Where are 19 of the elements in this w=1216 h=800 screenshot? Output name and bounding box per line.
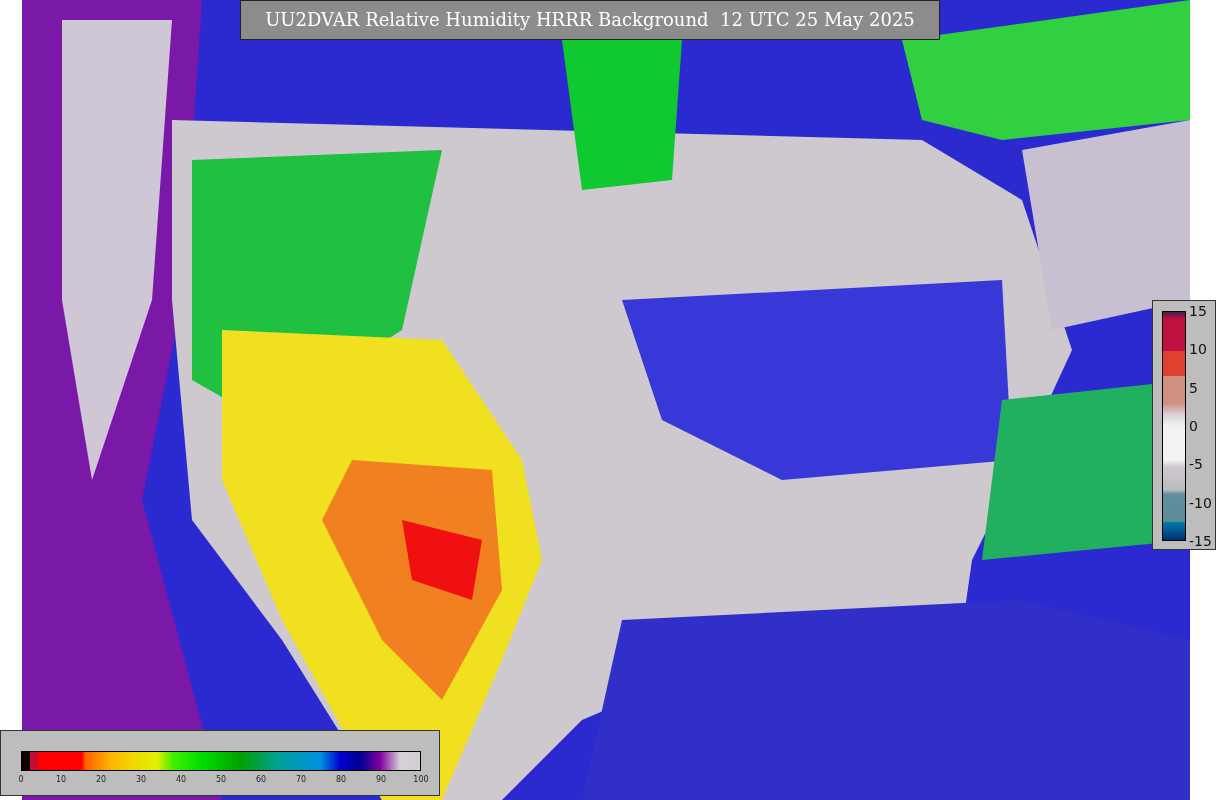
map-title: UU2DVAR Relative Humidity HRRR Background 12 UTC 25 May 2025 [240,0,940,40]
tick-label: 0 [1189,419,1198,433]
tick-label: 0 [18,775,24,784]
tick-label: 60 [255,775,267,784]
tick-label: 30 [135,775,147,784]
tick-label: 10 [55,775,67,784]
tick-label: 40 [175,775,187,784]
tick-label: 15 [1189,304,1207,318]
tick-label: 20 [95,775,107,784]
tick-label: 100 [413,775,429,784]
tick-label: -10 [1189,495,1212,510]
tick-label: 90 [375,775,387,784]
tick-label: 70 [295,775,307,784]
tick-label: 5 [1189,380,1198,395]
tick-label: 10 [1189,342,1207,357]
tick-label: -5 [1189,457,1203,472]
tick-label: 80 [335,775,347,784]
tick-label: -15 [1189,534,1212,548]
tick-label: 50 [215,775,227,784]
